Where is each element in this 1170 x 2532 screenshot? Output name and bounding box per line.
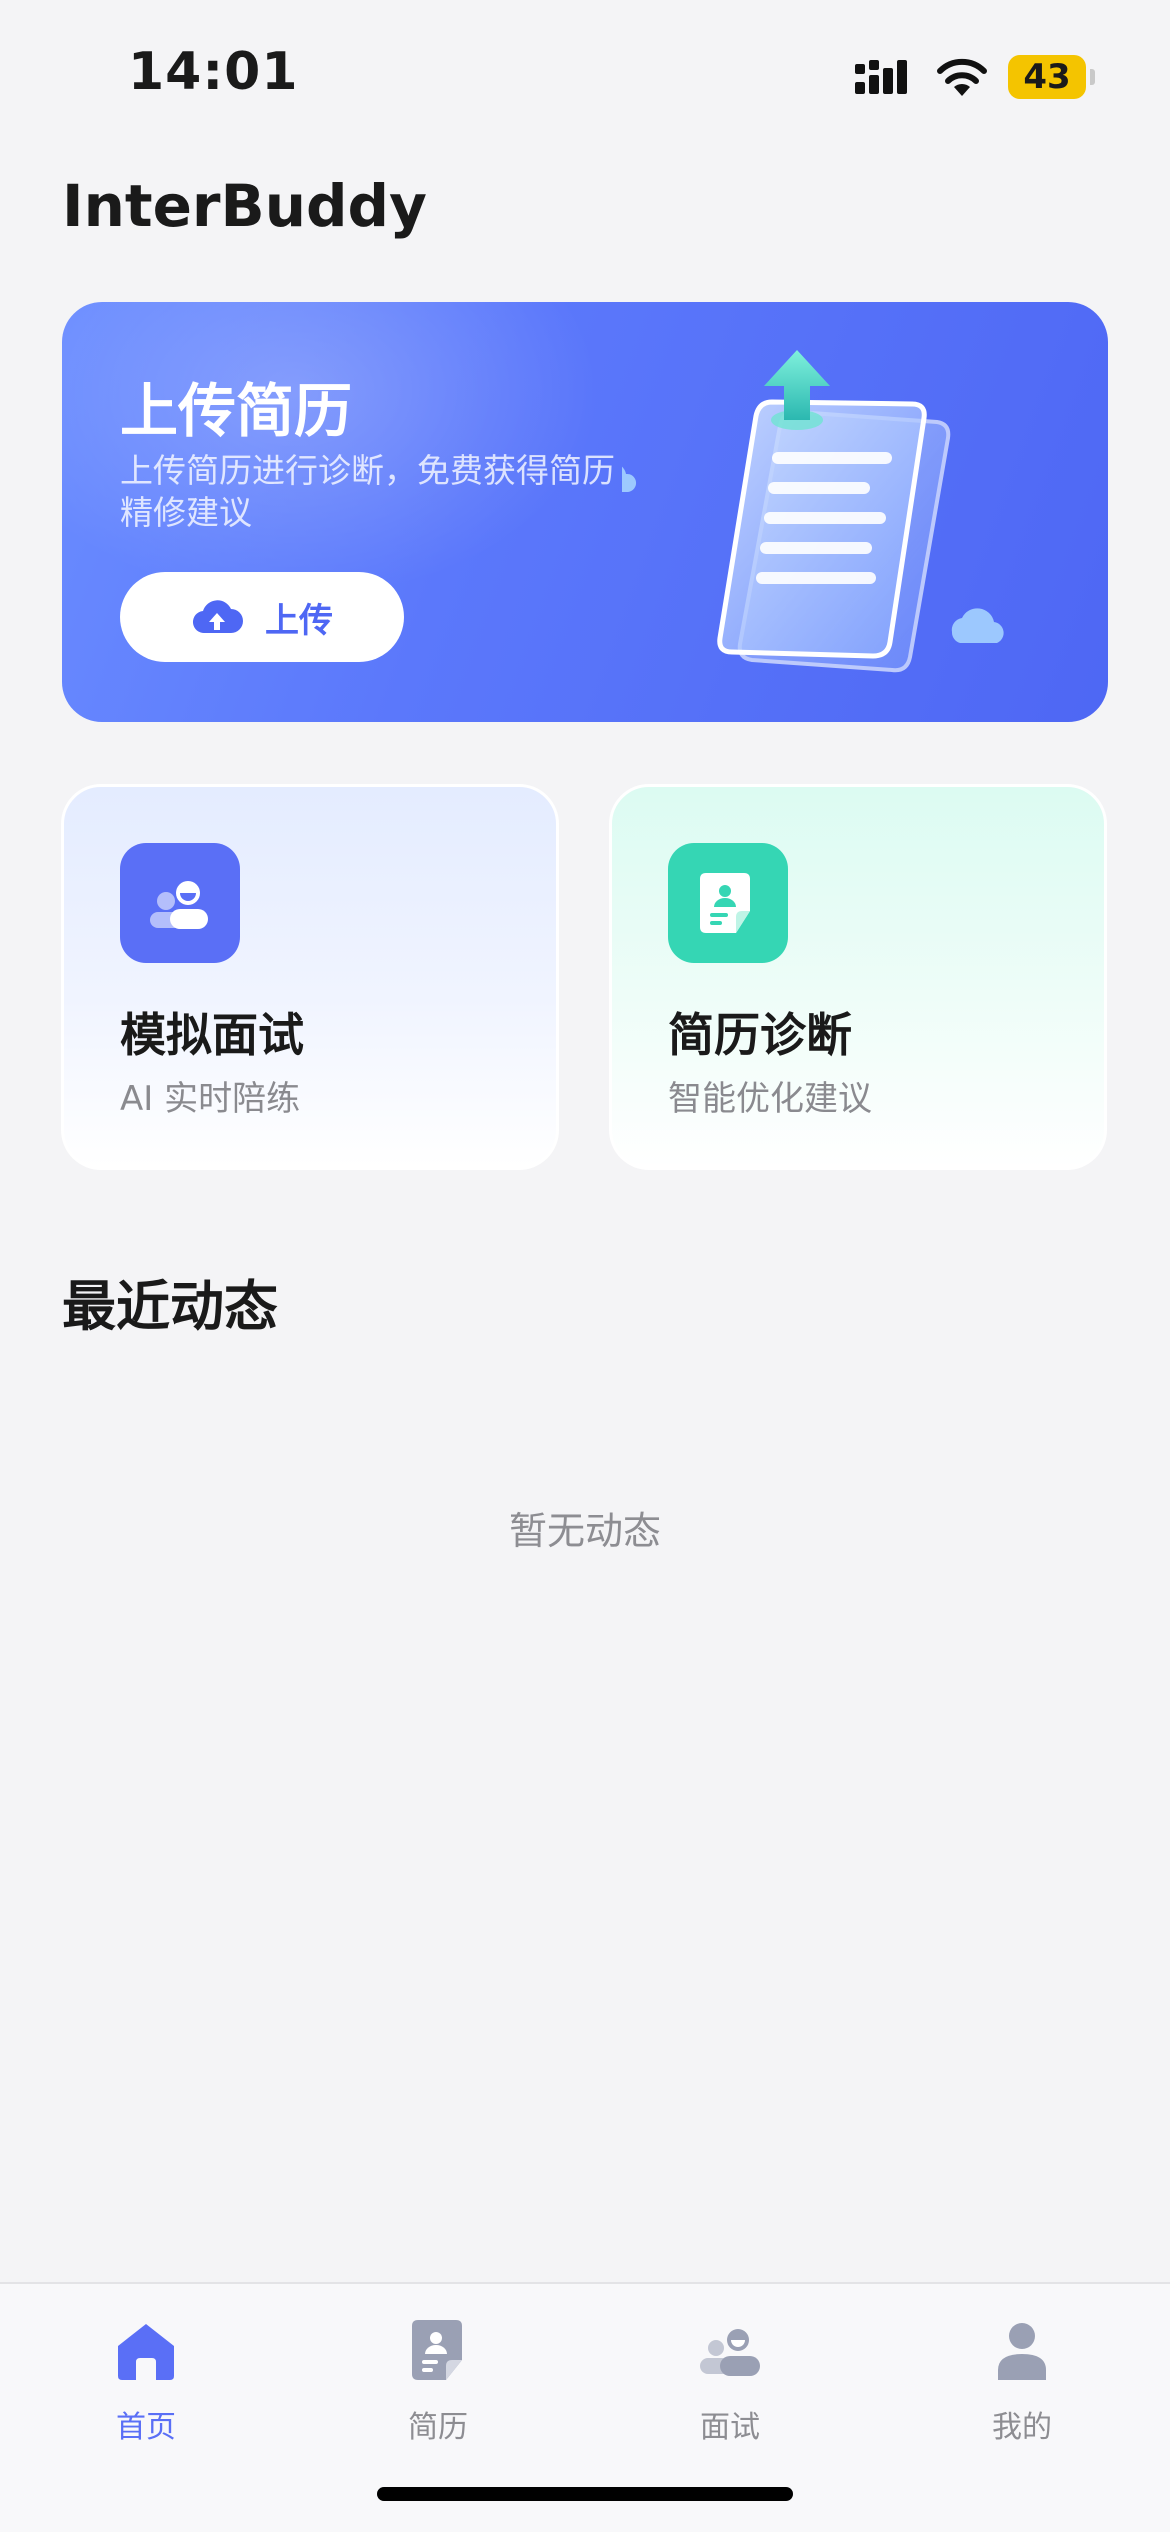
interview-icon-box	[120, 843, 240, 963]
card-title: 简历诊断	[668, 1008, 852, 1062]
upload-button[interactable]: 上传	[120, 572, 404, 662]
empty-state-text: 暂无动态	[508, 1509, 661, 1553]
resume-icon	[700, 873, 750, 933]
tab-label: 首页	[116, 2410, 176, 2445]
app-title: InterBuddy	[62, 172, 427, 240]
status-time: 14:01	[128, 42, 299, 102]
interview-icon	[150, 881, 208, 929]
home-icon	[118, 2324, 174, 2380]
resume-icon-box	[668, 843, 788, 963]
tab-label: 我的	[992, 2410, 1052, 2445]
battery-tip	[1090, 69, 1095, 85]
mock-interview-card[interactable]: 模拟面试 AI 实时陪练	[61, 784, 559, 1170]
banner-title: 上传简历	[120, 377, 353, 445]
tab-label: 面试	[700, 2410, 760, 2445]
battery-level: 43	[1023, 57, 1071, 97]
tab-label: 简历	[408, 2410, 468, 2445]
cloud-upload-icon	[192, 600, 243, 634]
battery-indicator: 43	[1008, 55, 1086, 99]
recent-activity-title: 最近动态	[62, 1275, 278, 1338]
home-screen: 14:01 43 InterBuddy 上传简历 上传简历进行诊断，免费获得简历…	[0, 0, 1170, 2532]
wifi-icon	[937, 58, 987, 96]
tab-home[interactable]: 首页	[56, 2304, 236, 2454]
banner-description: 上传简历进行诊断，免费获得简历精修建议	[120, 451, 615, 532]
tab-interview[interactable]: 面试	[640, 2304, 820, 2454]
profile-icon	[998, 2323, 1046, 2380]
resume-diagnosis-card[interactable]: 简历诊断 智能优化建议	[609, 784, 1107, 1170]
interview-icon	[700, 2329, 760, 2376]
document-upload-illustration	[622, 350, 1004, 673]
tab-me[interactable]: 我的	[932, 2304, 1112, 2454]
card-title: 模拟面试	[120, 1008, 304, 1062]
card-subtitle: 智能优化建议	[668, 1079, 872, 1119]
card-subtitle: AI 实时陪练	[120, 1079, 301, 1119]
home-indicator	[377, 2487, 793, 2501]
cellular-signal-icon	[855, 60, 907, 94]
tab-resume[interactable]: 简历	[348, 2304, 528, 2454]
resume-icon	[412, 2320, 462, 2380]
status-bar: 14:01 43	[0, 0, 1170, 150]
upload-button-label: 上传	[265, 600, 333, 641]
upload-resume-banner[interactable]: 上传简历 上传简历进行诊断，免费获得简历精修建议 上传	[62, 302, 1108, 722]
